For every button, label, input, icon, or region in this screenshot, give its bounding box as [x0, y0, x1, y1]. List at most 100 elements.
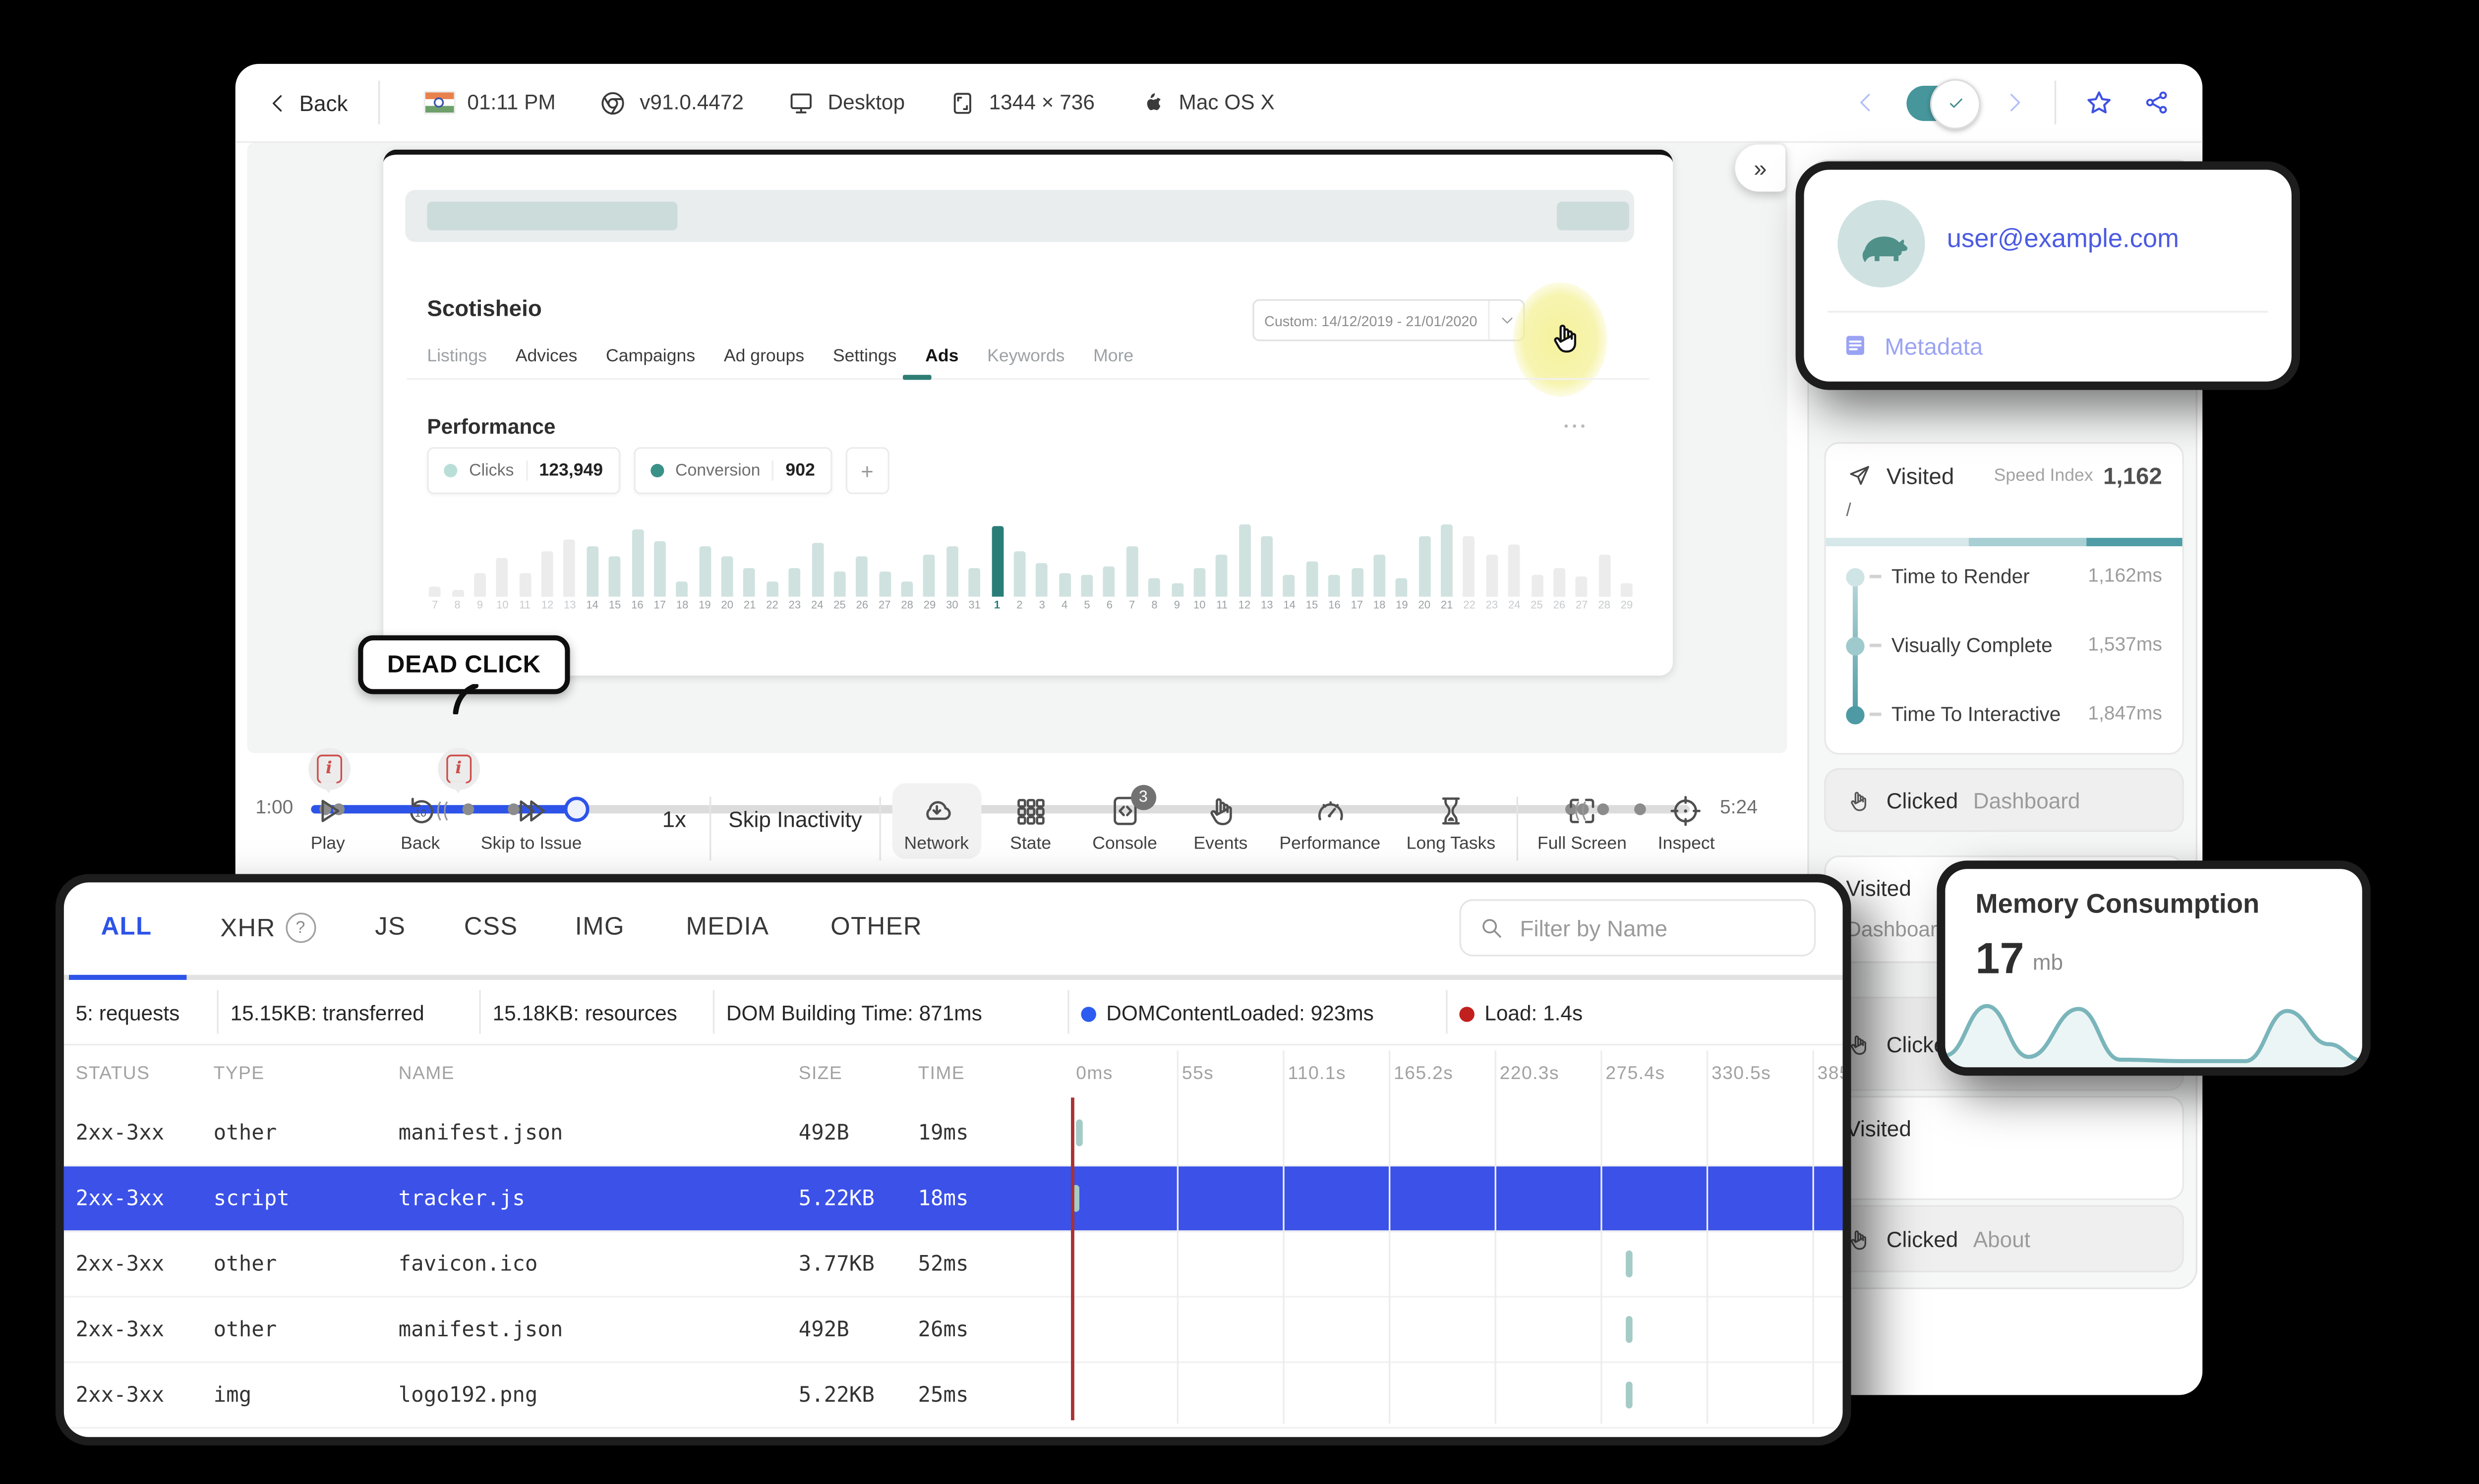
chart-bar: [1418, 536, 1430, 597]
network-request-row[interactable]: 2xx-3xx script tracker.js 5.22KB 18ms: [63, 1166, 1843, 1232]
favorite-star-button[interactable]: [2083, 87, 2115, 118]
network-tab-css[interactable]: CSS: [464, 913, 518, 941]
metadata-button[interactable]: Metadata: [1841, 331, 1983, 360]
event-card-visited[interactable]: Visited: [1824, 1095, 2184, 1200]
chart-bar-group: 8: [446, 511, 469, 612]
autoplay-toggle[interactable]: [1906, 78, 1981, 129]
page-tab-ad-groups[interactable]: Ad groups: [724, 346, 804, 367]
control-events[interactable]: Events: [1182, 783, 1259, 859]
page-tab-ads[interactable]: Ads: [925, 346, 958, 367]
control-play[interactable]: Play: [298, 783, 357, 859]
toggle-knob: [1930, 78, 1981, 129]
user-email[interactable]: user@example.com: [1947, 225, 2179, 255]
kpi-chip-conversion[interactable]: Conversion 902: [633, 447, 832, 494]
time-column-header: 385.6s: [1817, 1064, 1851, 1084]
country-flag-icon: [423, 91, 456, 114]
filter-input-wrap: [1459, 899, 1816, 957]
chart-bar-group: 19: [694, 511, 716, 612]
network-request-row[interactable]: 2xx-3xx other favicon.ico 3.77KB 52ms: [63, 1232, 1843, 1298]
console-badge: 3: [1130, 785, 1156, 810]
chart-bar: [766, 582, 778, 597]
network-tab-all[interactable]: ALL: [101, 913, 152, 941]
metric-dash: [1869, 644, 1882, 647]
chart-bar-group: 22: [761, 511, 783, 612]
control-performance[interactable]: Performance: [1268, 783, 1392, 859]
control-inspect[interactable]: Inspect: [1646, 783, 1726, 859]
speed-button[interactable]: 1x: [662, 807, 686, 832]
network-tab-xhr[interactable]: XHR?: [220, 913, 316, 943]
control-console[interactable]: 3 Console: [1081, 783, 1169, 859]
chart-bar-label: 16: [631, 600, 644, 612]
visited-metrics-card[interactable]: Visited Speed Index 1,162 / Time to Rend…: [1824, 442, 2184, 755]
skip-inactivity-button[interactable]: Skip Inactivity: [728, 807, 862, 832]
network-tab-img[interactable]: IMG: [575, 913, 625, 941]
grid-icon: [1013, 794, 1048, 829]
add-kpi-button[interactable]: +: [845, 447, 889, 494]
control-long-tasks[interactable]: Long Tasks: [1395, 783, 1507, 859]
network-stat-label: 15.15KB: transferred: [230, 1002, 424, 1026]
event-card-clicked[interactable]: Clicked About: [1824, 1205, 2184, 1272]
page-tab-keywords[interactable]: Keywords: [987, 346, 1064, 367]
share-button[interactable]: [2142, 87, 2172, 117]
load-phase-segment: [1826, 538, 1969, 547]
load-phase-segment: [1968, 538, 2086, 547]
network-request-row[interactable]: 2xx-3xx img logo192.png 5.22KB 25ms: [63, 1363, 1843, 1429]
cell-time: 26ms: [918, 1316, 969, 1342]
chart-bar-group: 16: [626, 511, 649, 612]
network-tab-js[interactable]: JS: [375, 913, 406, 941]
page-tab-settings[interactable]: Settings: [833, 346, 897, 367]
date-range-select[interactable]: Custom: 14/12/2019 - 21/01/2020: [1252, 299, 1525, 342]
network-tab-media[interactable]: MEDIA: [686, 913, 769, 941]
chart-bar-label: 29: [923, 600, 936, 612]
chart-bar-group: 4: [1053, 511, 1075, 612]
chart-bar-group: 7: [424, 511, 446, 612]
page-tab-advices[interactable]: Advices: [516, 346, 578, 367]
waterfall-marker: [1072, 1185, 1079, 1212]
collapse-panel-button[interactable]: »: [1735, 144, 1786, 192]
next-session-button[interactable]: [2001, 89, 2027, 116]
control-skip-to-issue[interactable]: Skip to Issue: [469, 783, 593, 859]
waterfall-marker: [1626, 1250, 1633, 1278]
prev-session-button[interactable]: [1853, 89, 1880, 116]
performance-section-title: Performance: [427, 415, 556, 439]
network-request-row[interactable]: 2xx-3xx other manifest.json 492B 26ms: [63, 1298, 1843, 1364]
network-tab-label: IMG: [575, 913, 625, 941]
issue-info-icon: i: [316, 754, 342, 784]
chart-bar-label: 8: [1151, 600, 1158, 612]
date-range-value: Custom: 14/12/2019 - 21/01/2020: [1264, 312, 1477, 329]
chart-bar-label: 7: [432, 600, 438, 612]
kpi-value: 902: [785, 460, 815, 481]
browser-version: v91.0.4472: [599, 88, 744, 117]
chart-bar-label: 6: [1106, 600, 1113, 612]
chart-bar-group: 8: [1143, 511, 1166, 612]
network-tab-other[interactable]: OTHER: [830, 913, 922, 941]
chart-bar: [721, 556, 733, 597]
chart-bar-group: 16: [1323, 511, 1346, 612]
page-tab-campaigns[interactable]: Campaigns: [606, 346, 695, 367]
chart-bar-label: 18: [676, 600, 689, 612]
chart-bar: [1328, 575, 1341, 597]
network-active-tab-indicator: [69, 974, 187, 980]
gauge-icon: [1312, 794, 1348, 829]
chart-bar-group: 13: [559, 511, 581, 612]
chart-bar-label: 7: [1129, 600, 1135, 612]
timeline-playhead[interactable]: [564, 796, 590, 821]
chart-bar: [1531, 575, 1543, 597]
page-tab-listings[interactable]: Listings: [427, 346, 487, 367]
control-state[interactable]: State: [998, 783, 1063, 859]
help-icon[interactable]: ?: [286, 913, 316, 943]
viewport-icon: [948, 88, 977, 117]
event-card-clicked[interactable]: Clicked Dashboard: [1824, 768, 2184, 832]
metric-dash: [1869, 575, 1882, 578]
control-network[interactable]: Network: [892, 783, 981, 859]
chart-bar: [833, 571, 846, 597]
event-label: Clicked: [1886, 1226, 1958, 1252]
kpi-chip-clicks[interactable]: Clicks 123,949: [427, 447, 620, 494]
network-request-row[interactable]: 2xx-3xx other manifest.json 492B 19ms: [63, 1101, 1843, 1167]
page-tab-more[interactable]: More: [1093, 346, 1133, 367]
control-back[interactable]: 10 Back: [389, 783, 452, 859]
control-full-screen[interactable]: Full Screen: [1526, 783, 1639, 859]
filter-input[interactable]: [1516, 913, 1797, 942]
back-button[interactable]: Back: [266, 90, 348, 115]
more-options-icon[interactable]: [1560, 412, 1589, 441]
